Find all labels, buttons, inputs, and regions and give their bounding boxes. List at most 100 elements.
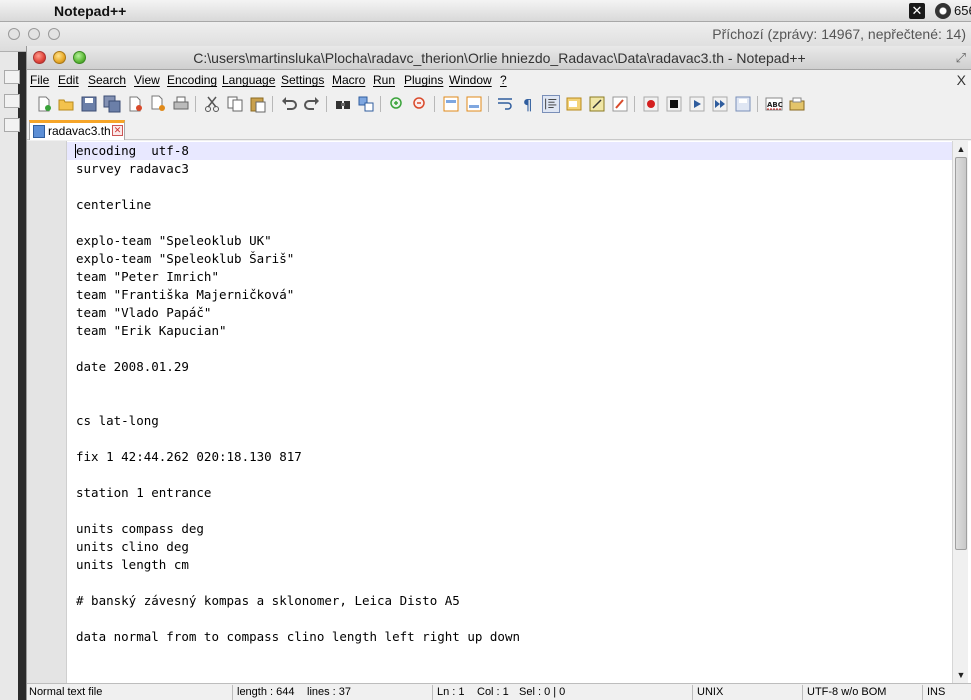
bg-toolbar-button[interactable] — [4, 94, 20, 108]
code-line[interactable]: 9team "Františka Majerničková" — [67, 286, 952, 304]
zoom-in-icon[interactable] — [388, 95, 406, 113]
status-file-type: Normal text file — [29, 686, 103, 698]
resize-icon[interactable]: ⤢ — [956, 50, 966, 66]
menu-encoding[interactable]: Encoding — [167, 73, 217, 87]
find-icon[interactable] — [334, 95, 352, 113]
line-text: survey radavac3 — [76, 161, 189, 176]
code-line[interactable]: 6explo-team "Speleoklub UK" — [67, 232, 952, 250]
run-macro-multiple-icon[interactable] — [711, 95, 729, 113]
line-text: # banský závesný kompas a sklonomer, Lei… — [76, 593, 460, 608]
code-line[interactable]: 11team "Erik Kapucian" — [67, 322, 952, 340]
code-area[interactable]: 1encoding utf-82survey radavac334centerl… — [67, 141, 952, 683]
code-line[interactable]: 7explo-team "Speleoklub Šariš" — [67, 250, 952, 268]
menu-language[interactable]: Language — [222, 73, 275, 87]
menu-macro[interactable]: Macro — [332, 73, 365, 87]
menu-settings[interactable]: Settings — [281, 73, 324, 87]
save-icon[interactable] — [80, 95, 98, 113]
stop-macro-icon[interactable] — [665, 95, 683, 113]
code-line[interactable]: 25 — [67, 574, 952, 592]
cut-icon[interactable] — [203, 95, 221, 113]
code-line[interactable]: 12 — [67, 340, 952, 358]
spell-check-options-icon[interactable] — [788, 95, 806, 113]
code-line[interactable]: 1encoding utf-8 — [67, 142, 952, 160]
status-lines: lines : 37 — [307, 686, 352, 698]
paste-icon[interactable] — [249, 95, 267, 113]
menu-file[interactable]: File — [30, 73, 49, 87]
play-macro-icon[interactable] — [688, 95, 706, 113]
bg-close-button[interactable] — [8, 28, 20, 40]
code-line[interactable]: 14 — [67, 376, 952, 394]
code-line[interactable]: 24units length cm — [67, 556, 952, 574]
activity-gauge-icon[interactable] — [935, 3, 951, 19]
redo-icon[interactable] — [303, 95, 321, 113]
sync-vertical-icon[interactable] — [442, 95, 460, 113]
menu-help[interactable]: ? — [500, 73, 507, 87]
zoom-out-icon[interactable] — [411, 95, 429, 113]
code-line[interactable]: 30 — [67, 664, 952, 682]
folder-as-workspace-icon[interactable] — [611, 95, 629, 113]
vertical-scrollbar[interactable]: ▲ ▼ — [952, 141, 968, 683]
code-line[interactable]: 21 — [67, 502, 952, 520]
spell-check-icon[interactable]: ABC — [765, 95, 783, 113]
doc-map-icon[interactable] — [565, 95, 583, 113]
tab-radavac3[interactable]: radavac3.th ✕ — [29, 120, 125, 140]
bg-toolbar-button[interactable] — [4, 118, 20, 132]
code-line[interactable]: 8team "Peter Imrich" — [67, 268, 952, 286]
code-line[interactable]: 23units clino deg — [67, 538, 952, 556]
code-line[interactable]: 26# banský závesný kompas a sklonomer, L… — [67, 592, 952, 610]
close-file-icon[interactable] — [126, 95, 144, 113]
indent-guide-icon[interactable] — [542, 95, 560, 113]
bg-toolbar-button[interactable] — [4, 70, 20, 84]
scroll-down-icon[interactable]: ▼ — [954, 668, 968, 682]
scrollbar-thumb[interactable] — [955, 157, 967, 550]
sync-horizontal-icon[interactable] — [465, 95, 483, 113]
scroll-up-icon[interactable]: ▲ — [954, 142, 968, 156]
code-line[interactable]: 3 — [67, 178, 952, 196]
menu-plugins[interactable]: Plugins — [404, 73, 443, 87]
code-line[interactable]: 15 — [67, 394, 952, 412]
code-line[interactable]: 10team "Vlado Papáč" — [67, 304, 952, 322]
close-document-icon[interactable]: X — [957, 72, 966, 88]
code-line[interactable]: 2survey radavac3 — [67, 160, 952, 178]
code-line[interactable]: 16cs lat-long — [67, 412, 952, 430]
menu-search[interactable]: Search — [88, 73, 126, 87]
toolbar: ¶ ABC — [27, 90, 971, 118]
save-all-icon[interactable] — [103, 95, 121, 113]
bg-minimize-button[interactable] — [28, 28, 40, 40]
close-all-icon[interactable] — [149, 95, 167, 113]
title-bar[interactable]: C:\users\martinsluka\Plocha\radavc_theri… — [27, 46, 971, 70]
code-line[interactable]: 20station 1 entrance — [67, 484, 952, 502]
code-line[interactable]: 29 — [67, 646, 952, 664]
app-name[interactable]: Notepad++ — [54, 3, 126, 19]
tab-close-icon[interactable]: ✕ — [112, 125, 123, 136]
new-file-icon[interactable] — [35, 95, 53, 113]
undo-icon[interactable] — [280, 95, 298, 113]
code-line[interactable]: 27 — [67, 610, 952, 628]
editor[interactable]: 1encoding utf-82survey radavac334centerl… — [27, 141, 971, 683]
code-line[interactable]: 17 — [67, 430, 952, 448]
save-macro-icon[interactable] — [734, 95, 752, 113]
show-all-chars-icon[interactable]: ¶ — [519, 95, 537, 113]
mac-menubar: Notepad++ ✕ 656 — [0, 0, 971, 22]
open-file-icon[interactable] — [57, 95, 75, 113]
function-list-icon[interactable] — [588, 95, 606, 113]
record-macro-icon[interactable] — [642, 95, 660, 113]
code-line[interactable]: 13date 2008.01.29 — [67, 358, 952, 376]
copy-icon[interactable] — [226, 95, 244, 113]
replace-icon[interactable] — [357, 95, 375, 113]
menu-view[interactable]: View — [134, 73, 160, 87]
x11-status-icon[interactable]: ✕ — [909, 3, 925, 19]
bg-zoom-button[interactable] — [48, 28, 60, 40]
menu-window[interactable]: Window — [449, 73, 492, 87]
code-line[interactable]: 18fix 1 42:44.262 020:18.130 817 — [67, 448, 952, 466]
code-line[interactable]: 19 — [67, 466, 952, 484]
code-line[interactable]: 4centerline — [67, 196, 952, 214]
code-line[interactable]: 22units compass deg — [67, 520, 952, 538]
code-line[interactable]: 5 — [67, 214, 952, 232]
code-line[interactable]: 28data normal from to compass clino leng… — [67, 628, 952, 646]
word-wrap-icon[interactable] — [496, 95, 514, 113]
menu-run[interactable]: Run — [373, 73, 395, 87]
print-icon[interactable] — [172, 95, 190, 113]
line-text: units clino deg — [76, 539, 189, 554]
menu-edit[interactable]: Edit — [58, 73, 79, 87]
